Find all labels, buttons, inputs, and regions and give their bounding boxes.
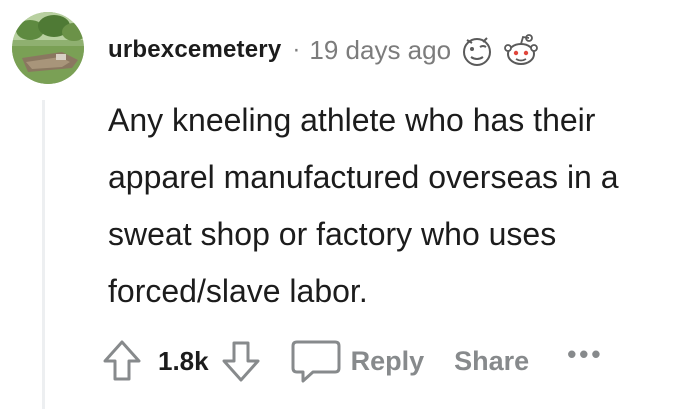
comment-actions: 1.8k Reply Share ••• <box>100 334 604 388</box>
share-label: Share <box>454 345 530 376</box>
vote-score: 1.8k <box>158 345 209 376</box>
thread-line[interactable] <box>42 100 45 409</box>
more-options-button[interactable]: ••• <box>567 339 603 370</box>
separator-dot: · <box>292 36 301 63</box>
award-snoo-icon[interactable] <box>503 32 539 68</box>
comment: urbexcemetery · 19 days ago Any kneeling… <box>0 0 700 409</box>
award-face-icon[interactable] <box>459 32 495 68</box>
downvote-icon[interactable] <box>219 337 263 385</box>
reply-button[interactable]: Reply <box>289 336 425 386</box>
upvote-icon[interactable] <box>100 337 144 385</box>
username[interactable]: urbexcemetery <box>108 36 281 64</box>
share-button[interactable]: Share <box>454 346 529 377</box>
comment-header: urbexcemetery · 19 days ago <box>108 30 539 70</box>
comment-body: Any kneeling athlete who has their appar… <box>108 102 619 309</box>
reply-label: Reply <box>350 345 425 376</box>
avatar[interactable] <box>12 12 84 84</box>
comment-bubble-icon <box>291 340 341 383</box>
timestamp[interactable]: 19 days ago <box>309 35 451 66</box>
